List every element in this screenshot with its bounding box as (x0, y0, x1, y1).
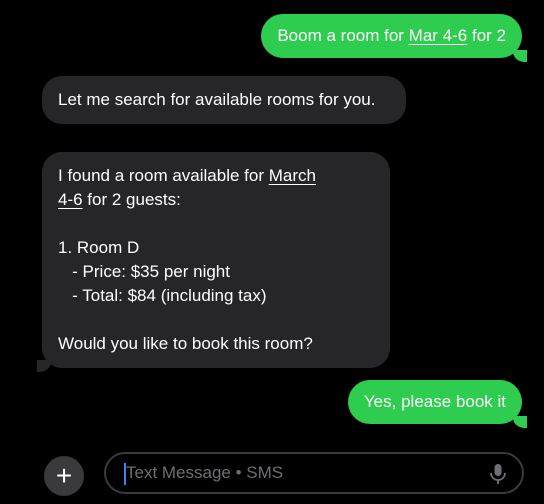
message-text: I found a room available for (58, 166, 269, 185)
message-input[interactable] (126, 454, 486, 492)
message-text: Boom a room for (277, 26, 409, 45)
received-message-bubble[interactable]: I found a room available for March 4-6 f… (42, 152, 390, 368)
bubble-tail (513, 50, 527, 62)
room-price: - Price: $35 per night (58, 262, 230, 281)
chat-screen: Boom a room for Mar 4-6 for 2 Let me sea… (0, 0, 544, 504)
room-total: - Total: $84 (including tax) (58, 286, 267, 305)
room-title: 1. Room D (58, 238, 140, 257)
date-link[interactable]: 4-6 (58, 190, 83, 209)
date-link[interactable]: March (269, 166, 316, 185)
message-line: I found a room available for March (58, 164, 374, 188)
message-composer: + (0, 438, 544, 504)
bubble-tail (513, 416, 527, 428)
received-message-bubble[interactable]: Let me search for available rooms for yo… (42, 76, 406, 124)
add-attachment-button[interactable]: + (44, 456, 84, 496)
sent-message-bubble[interactable]: Boom a room for Mar 4-6 for 2 (261, 14, 522, 58)
bubble-tail (37, 360, 51, 372)
message-text: for 2 (467, 26, 506, 45)
message-line: 4-6 for 2 guests: (58, 188, 374, 212)
message-text: Let me search for available rooms for yo… (58, 90, 376, 109)
message-input-container[interactable] (104, 452, 524, 494)
sent-message-bubble[interactable]: Yes, please book it (347, 380, 522, 424)
microphone-icon[interactable] (488, 462, 508, 486)
message-text: for 2 guests: (82, 190, 181, 209)
message-text: Yes, please book it (363, 392, 506, 411)
date-link[interactable]: Mar 4-6 (409, 26, 468, 45)
booking-question: Would you like to book this room? (58, 334, 313, 353)
